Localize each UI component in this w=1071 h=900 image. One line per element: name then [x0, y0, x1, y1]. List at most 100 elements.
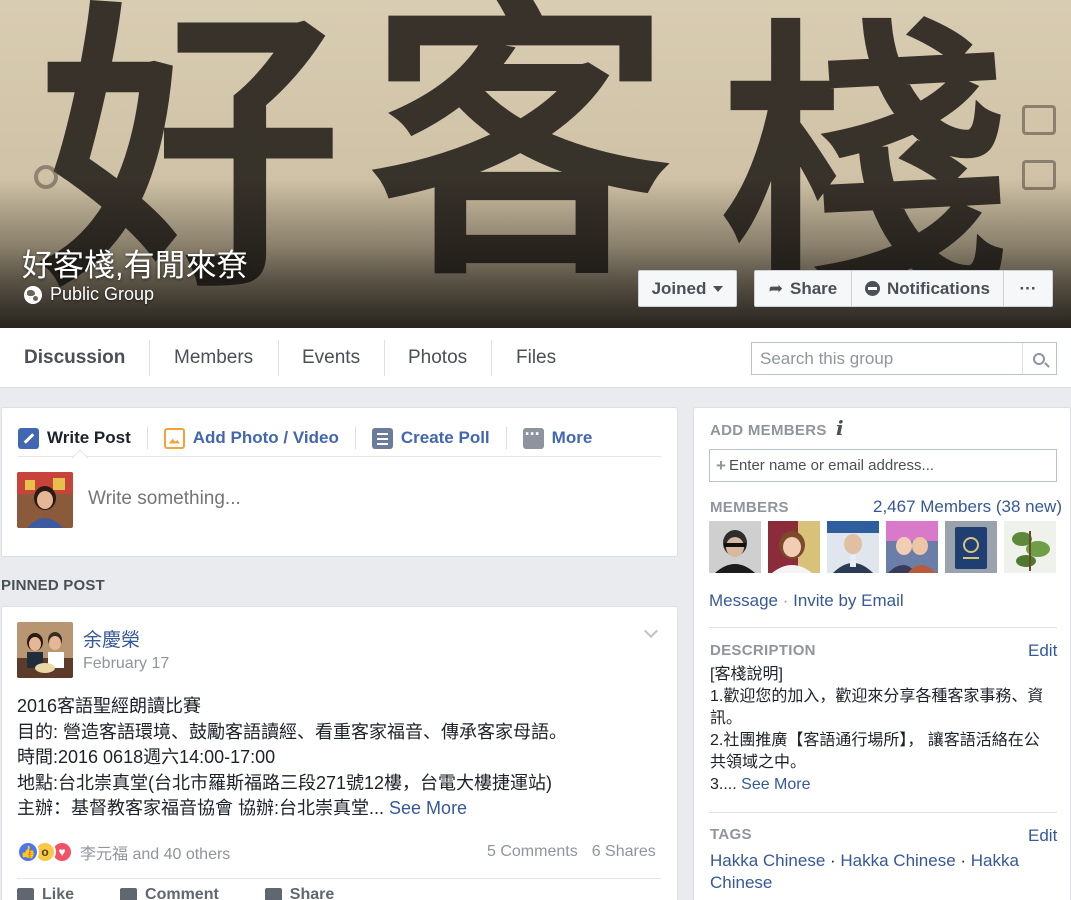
- member-thumbnail[interactable]: [768, 521, 820, 573]
- more-options-button[interactable]: ···: [1004, 271, 1052, 306]
- poll-icon: [371, 427, 393, 449]
- user-avatar[interactable]: [17, 472, 73, 528]
- tags-list: Hakka Chinese · Hakka Chinese · Hakka Ch…: [710, 850, 1030, 894]
- description-line-last: 3.... See More: [710, 774, 1055, 796]
- like-label: Like: [42, 886, 75, 900]
- post-timestamp[interactable]: February 17: [83, 655, 169, 673]
- member-thumbnail[interactable]: [886, 521, 938, 573]
- divider: [17, 878, 661, 879]
- comment-button[interactable]: Comment: [120, 886, 219, 900]
- author-avatar[interactable]: [17, 622, 73, 678]
- composer: Write Post Add Photo / Video Create Poll…: [1, 407, 678, 557]
- description-line: 3....: [710, 776, 737, 793]
- description-line: [客棧說明]: [710, 666, 783, 683]
- privacy-label: Public Group: [50, 284, 155, 304]
- caret-down-icon: [713, 285, 724, 292]
- post-line: 時間:2016 0618週六14:00-17:00: [17, 747, 276, 767]
- post-line: 2016客語聖經朗讀比賽: [17, 696, 202, 716]
- like-reaction-icon: 👍: [17, 841, 39, 863]
- photo-icon: [163, 427, 185, 449]
- add-members-heading: ADD MEMBERS: [710, 422, 827, 439]
- joined-label: Joined: [651, 278, 707, 298]
- pinned-post-label: PINNED POST: [1, 577, 105, 594]
- message-link[interactable]: Message: [709, 591, 778, 610]
- composer-tabs: Write Post Add Photo / Video Create Poll…: [18, 420, 661, 457]
- edit-description-link[interactable]: Edit: [1028, 641, 1057, 661]
- more-icon: [522, 424, 544, 449]
- notifications-off-icon: [865, 281, 881, 296]
- add-members-input[interactable]: [725, 457, 1046, 474]
- post-line-last: 主辦：基督教客家福音協會 協辦:台北崇真堂... See More: [17, 796, 667, 822]
- member-thumbnail[interactable]: [945, 521, 997, 573]
- members-count-link[interactable]: 2,467 Members (38 new): [873, 497, 1062, 517]
- edit-tags-link[interactable]: Edit: [1028, 826, 1057, 846]
- member-thumbnail[interactable]: [1004, 521, 1056, 573]
- post-author[interactable]: 余慶榮: [83, 625, 140, 652]
- seal-mark: [1022, 105, 1056, 135]
- create-poll-tab[interactable]: Create Poll: [371, 427, 507, 449]
- comments-count[interactable]: 5 Comments: [487, 843, 578, 861]
- tab-photos[interactable]: Photos: [408, 328, 467, 388]
- reactions-names: 李元福 and 40 others: [80, 846, 231, 863]
- invite-by-email-link[interactable]: Invite by Email: [793, 591, 904, 610]
- add-photo-video-tab[interactable]: Add Photo / Video: [163, 427, 356, 449]
- member-thumbnail[interactable]: [709, 521, 761, 573]
- tab-divider: [149, 340, 150, 376]
- description-line: 1.歡迎您的加入，歡迎來分享各種客家事務、資訊。: [710, 688, 1044, 727]
- link-separator: ·: [777, 591, 794, 610]
- divider: [709, 812, 1057, 813]
- tab-members[interactable]: Members: [174, 328, 253, 388]
- post-line: 地點:台北崇真堂(台北市羅斯福路三段271號12樓，台電大樓捷運站): [17, 772, 553, 793]
- post-line: 主辦：基督教客家福音協會 協辦:台北崇真堂...: [17, 798, 385, 818]
- notifications-label: Notifications: [887, 278, 990, 298]
- divider: [709, 627, 1057, 628]
- ellipsis-icon: ···: [1019, 278, 1037, 298]
- share-post-button[interactable]: Share: [264, 886, 335, 900]
- tab-discussion[interactable]: Discussion: [24, 328, 125, 388]
- post-line: 目的: 營造客語環境、鼓勵客語讀經、看重客家福音、傳承客家母語。: [17, 721, 567, 742]
- see-more-link[interactable]: See More: [389, 798, 467, 818]
- more-tab[interactable]: More: [522, 424, 609, 449]
- create-poll-label: Create Poll: [400, 428, 490, 447]
- like-icon: [17, 887, 34, 900]
- more-label: More: [551, 428, 593, 447]
- post-body: 2016客語聖經朗讀比賽 目的: 營造客語環境、鼓勵客語讀經、看重客家福音、傳承…: [17, 694, 667, 822]
- tag-link[interactable]: Hakka Chinese: [710, 851, 825, 870]
- group-description: [客棧說明] 1.歡迎您的加入，歡迎來分享各種客家事務、資訊。 2.社團推廣【客…: [710, 664, 1055, 796]
- composer-input[interactable]: [88, 488, 628, 510]
- reactions-summary[interactable]: 👍 o ♥ 李元福 and 40 others: [17, 840, 230, 864]
- group-privacy: Public Group: [24, 284, 154, 305]
- comment-icon: [120, 887, 138, 900]
- joined-button[interactable]: Joined: [638, 270, 737, 307]
- tab-divider: [384, 340, 385, 376]
- plus-icon: +: [716, 455, 726, 475]
- share-button[interactable]: ➦ Share: [755, 271, 852, 306]
- member-thumbnail[interactable]: [827, 521, 879, 573]
- shares-count[interactable]: 6 Shares: [592, 843, 656, 861]
- group-title[interactable]: 好客棧,有閒來尞: [22, 240, 248, 285]
- add-photo-label: Add Photo / Video: [192, 428, 339, 447]
- share-icon: [264, 887, 282, 900]
- like-button[interactable]: Like: [17, 886, 74, 900]
- group-search: [751, 342, 1057, 375]
- globe-icon: [24, 285, 42, 304]
- info-icon[interactable]: i: [836, 416, 844, 440]
- member-links: Message · Invite by Email: [709, 591, 904, 611]
- tab-files[interactable]: Files: [516, 328, 556, 388]
- description-see-more-link[interactable]: See More: [741, 776, 810, 793]
- search-icon: [1032, 352, 1045, 365]
- header-actions: ➦ Share Notifications ···: [754, 270, 1053, 307]
- tag-link[interactable]: Hakka Chinese: [840, 851, 955, 870]
- tag-separator: ·: [955, 851, 971, 870]
- tab-events[interactable]: Events: [302, 328, 360, 388]
- notifications-button[interactable]: Notifications: [852, 271, 1004, 306]
- search-button[interactable]: [1022, 343, 1054, 374]
- write-post-tab[interactable]: Write Post: [18, 427, 148, 449]
- comment-label: Comment: [145, 886, 219, 900]
- post-actions: Like Comment Share: [17, 886, 334, 900]
- search-input[interactable]: [752, 348, 1022, 369]
- tag-separator: ·: [825, 851, 841, 870]
- share-post-label: Share: [289, 886, 335, 900]
- share-arrow-icon: ➦: [768, 278, 783, 298]
- engagement-counts: 5 Comments 6 Shares: [487, 843, 656, 861]
